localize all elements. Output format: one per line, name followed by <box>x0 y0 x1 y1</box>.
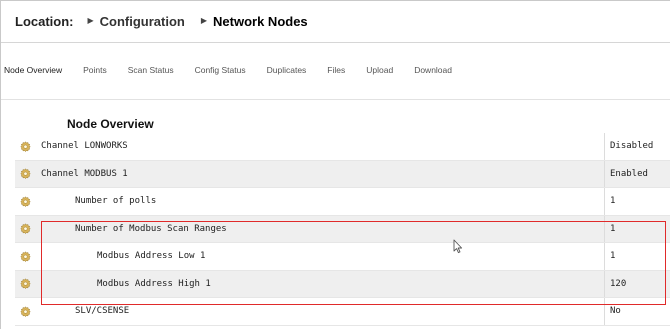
row-label: Channel MODBUS 1 <box>41 168 128 179</box>
gear-icon[interactable] <box>15 216 36 243</box>
node-overview-table: Channel LONWORKS Disabled Channel MODBUS… <box>15 133 670 326</box>
gear-icon[interactable] <box>15 298 36 325</box>
tab-upload[interactable]: Upload <box>366 65 393 75</box>
table-row[interactable]: SLV/CSENSE No <box>15 298 670 326</box>
row-value: Disabled <box>604 133 670 160</box>
row-label: Number of polls <box>75 196 157 207</box>
table-row[interactable]: Channel MODBUS 1 Enabled <box>15 160 670 188</box>
table-row[interactable]: Number of Modbus Scan Ranges 1 <box>15 215 670 243</box>
tabs-divider <box>1 99 670 100</box>
row-label: Channel LONWORKS <box>41 141 128 152</box>
gear-icon[interactable] <box>15 243 36 270</box>
triangle-right-icon: ▶ <box>200 16 208 25</box>
breadcrumb-item-configuration[interactable]: Configuration <box>100 14 185 29</box>
section-title: Node Overview <box>67 117 154 131</box>
row-value: 120 <box>604 270 670 297</box>
tab-download[interactable]: Download <box>414 65 452 75</box>
gear-icon[interactable] <box>15 161 36 188</box>
table-row[interactable]: Number of polls 1 <box>15 188 670 216</box>
gear-icon[interactable] <box>15 271 36 298</box>
gear-icon[interactable] <box>15 133 36 160</box>
row-label: Number of Modbus Scan Ranges <box>75 223 227 234</box>
row-value: No <box>604 298 670 325</box>
breadcrumb-item-network-nodes[interactable]: Network Nodes <box>213 14 308 29</box>
tab-duplicates[interactable]: Duplicates <box>267 65 307 75</box>
app-frame: Location: ▶ Configuration ▶ Network Node… <box>0 0 670 329</box>
tab-points[interactable]: Points <box>83 65 107 75</box>
tab-files[interactable]: Files <box>327 65 345 75</box>
row-value: Enabled <box>604 160 670 187</box>
table-row[interactable]: Modbus Address Low 1 1 <box>15 243 670 271</box>
row-value: 1 <box>604 243 670 270</box>
table-row[interactable]: Modbus Address High 1 120 <box>15 270 670 298</box>
tab-bar: Node Overview Points Scan Status Config … <box>1 60 473 80</box>
breadcrumb: Location: ▶ Configuration ▶ Network Node… <box>1 1 670 43</box>
row-value: 1 <box>604 188 670 215</box>
row-label: Modbus Address Low 1 <box>97 251 206 262</box>
row-value: 1 <box>604 215 670 242</box>
gear-icon[interactable] <box>15 188 36 215</box>
table-row[interactable]: Channel LONWORKS Disabled <box>15 133 670 161</box>
row-label: Modbus Address High 1 <box>97 278 211 289</box>
triangle-right-icon: ▶ <box>87 16 94 25</box>
tab-config-status[interactable]: Config Status <box>195 65 246 75</box>
tab-node-overview[interactable]: Node Overview <box>4 65 62 75</box>
breadcrumb-location-label: Location: <box>15 14 74 29</box>
row-label: SLV/CSENSE <box>75 306 130 317</box>
mouse-cursor-icon <box>453 239 463 254</box>
tab-scan-status[interactable]: Scan Status <box>128 65 174 75</box>
